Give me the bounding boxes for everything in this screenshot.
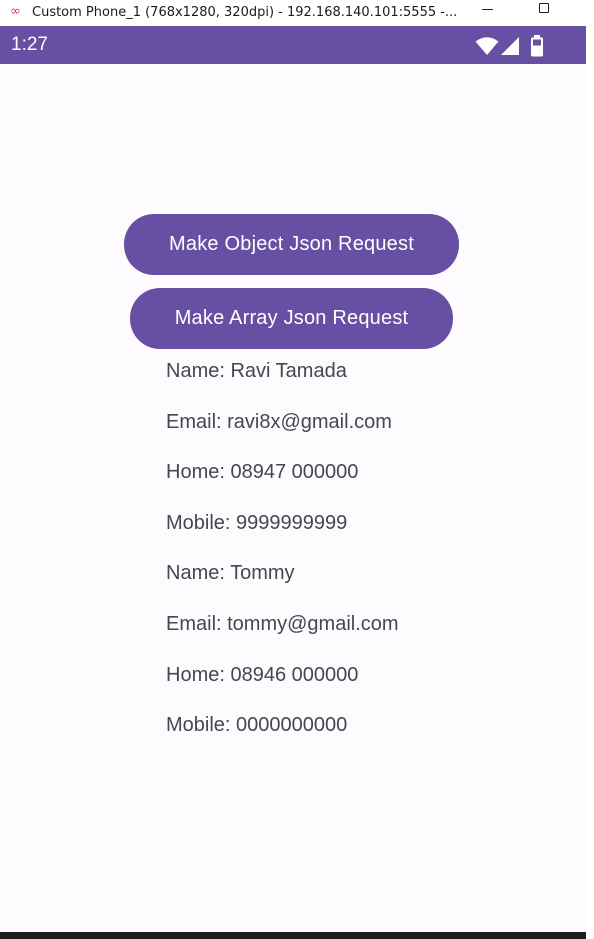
make-array-json-request-button[interactable]: Make Array Json Request [130,288,453,349]
status-clock: 1:27 [11,34,48,55]
result-line: Mobile: 9999999999 [166,511,348,534]
result-line: Home: 08947 000000 [166,461,359,484]
result-line: Name: Ravi Tamada [166,360,347,382]
maximize-button[interactable] [537,2,553,18]
phone-screen: 1:27 Make Object Json Request Make Array… [0,26,586,932]
make-object-json-request-button[interactable]: Make Object Json Request [124,214,459,275]
emulator-app-icon: ∞ [10,4,21,19]
emulator-window: ∞ Custom Phone_1 (768x1280, 320dpi) - 19… [0,0,594,939]
minimize-button[interactable] [480,0,496,20]
status-bar: 1:27 [0,26,586,64]
result-line: Home: 08946 000000 [166,663,359,686]
result-line: Email: ravi8x@gmail.com [166,410,392,433]
result-line: Email: tommy@gmail.com [166,612,399,635]
signal-icon [501,37,519,55]
window-titlebar: ∞ Custom Phone_1 (768x1280, 320dpi) - 19… [0,0,594,26]
window-right-edge [586,26,594,939]
window-title: Custom Phone_1 (768x1280, 320dpi) - 192.… [32,5,458,20]
results-list: Name: Ravi Tamada Email: ravi8x@gmail.co… [166,358,566,763]
result-line: Name: Tommy [166,562,295,585]
battery-icon [531,35,543,57]
result-line: Mobile: 0000000000 [166,714,348,737]
window-bottom-edge [0,932,586,939]
wifi-icon [475,37,499,55]
